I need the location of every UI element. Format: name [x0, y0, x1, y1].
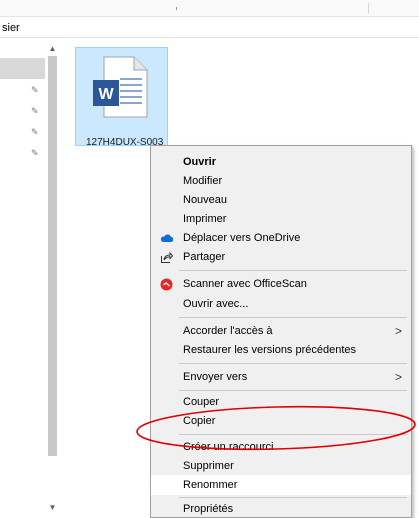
menu-item-supprimer[interactable]: Supprimer: [151, 456, 411, 476]
menu-item-restaurer-versions[interactable]: Restaurer les versions précédentes: [151, 340, 411, 360]
menu-item-nouveau[interactable]: Nouveau: [151, 190, 411, 210]
menu-item-label: Imprimer: [183, 213, 227, 225]
menu-separator: [179, 390, 407, 391]
title-bar-divider: [368, 3, 369, 14]
menu-item-label: Modifier: [183, 175, 223, 187]
menu-item-copier[interactable]: Copier: [151, 411, 411, 431]
share-icon: [161, 251, 173, 263]
menu-item-label: Renommer: [183, 479, 238, 491]
menu-item-label: Nouveau: [183, 194, 228, 206]
menu-item-officescan[interactable]: Scanner avec OfficeScan: [151, 274, 411, 294]
menu-separator: [179, 363, 407, 364]
menu-item-label: Déplacer vers OneDrive: [183, 232, 301, 244]
chevron-right-icon: >: [395, 370, 403, 384]
menu-item-label: Couper: [183, 396, 220, 408]
menu-item-label: Restaurer les versions précédentes: [183, 344, 357, 356]
menu-item-label: Envoyer vers: [183, 371, 248, 383]
menu-item-modifier[interactable]: Modifier: [151, 171, 411, 191]
scrollbar-thumb[interactable]: [48, 56, 57, 456]
menu-item-label: Partager: [183, 251, 226, 263]
menu-separator: [179, 434, 407, 435]
menu-item-label: Créer un raccourci: [183, 441, 274, 453]
menu-separator: [179, 497, 407, 498]
menu-item-envoyer-vers[interactable]: Envoyer vers >: [151, 367, 411, 387]
menu-item-couper[interactable]: Couper: [151, 392, 411, 412]
menu-item-label: Supprimer: [183, 460, 234, 472]
menu-item-label: Ouvrir avec...: [183, 298, 249, 310]
menu-item-label: Propriétés: [183, 503, 234, 515]
menu-item-label: Accorder l'accès à: [183, 325, 273, 337]
address-bar-text: sier: [2, 22, 20, 34]
pin-icon: ✎: [31, 85, 39, 95]
file-item[interactable]: W 127H4DUX-S003: [75, 47, 168, 148]
onedrive-cloud-icon: [160, 234, 173, 242]
pin-icon: ✎: [31, 127, 39, 137]
menu-item-onedrive[interactable]: Déplacer vers OneDrive: [151, 228, 411, 248]
menu-separator: [179, 270, 407, 271]
title-bar: [0, 0, 419, 17]
title-bar-mark: [176, 7, 177, 10]
menu-item-ouvrir[interactable]: Ouvrir: [151, 152, 411, 172]
context-menu[interactable]: Ouvrir Modifier Nouveau Imprimer Déplace…: [150, 145, 412, 518]
menu-item-creer-raccourci[interactable]: Créer un raccourci: [151, 437, 411, 457]
menu-item-label: Ouvrir: [183, 156, 217, 168]
menu-item-proprietes[interactable]: Propriétés: [151, 499, 411, 518]
pin-icon: ✎: [31, 148, 39, 158]
nav-selected-item[interactable]: [0, 58, 45, 79]
menu-item-imprimer[interactable]: Imprimer: [151, 209, 411, 229]
menu-item-accorder-acces[interactable]: Accorder l'accès à >: [151, 321, 411, 341]
word-document-icon: W: [93, 56, 148, 118]
scroll-down-icon[interactable]: ▼: [47, 502, 58, 513]
address-bar[interactable]: sier: [0, 18, 419, 38]
menu-item-label: Scanner avec OfficeScan: [183, 278, 307, 290]
menu-item-ouvrir-avec[interactable]: Ouvrir avec...: [151, 294, 411, 314]
menu-separator: [179, 317, 407, 318]
scroll-up-icon[interactable]: ▲: [47, 43, 58, 54]
menu-item-label: Copier: [183, 415, 216, 427]
pin-icon: ✎: [31, 106, 39, 116]
menu-item-renommer[interactable]: Renommer: [151, 475, 411, 495]
word-letter: W: [98, 86, 114, 103]
nav-scrollbar[interactable]: ▲ ▼: [45, 40, 60, 518]
navigation-pane[interactable]: ✎ ✎ ✎ ✎ ▲ ▼: [0, 40, 60, 518]
chevron-right-icon: >: [395, 324, 403, 338]
officescan-icon: [160, 278, 173, 291]
menu-item-partager[interactable]: Partager: [151, 247, 411, 267]
